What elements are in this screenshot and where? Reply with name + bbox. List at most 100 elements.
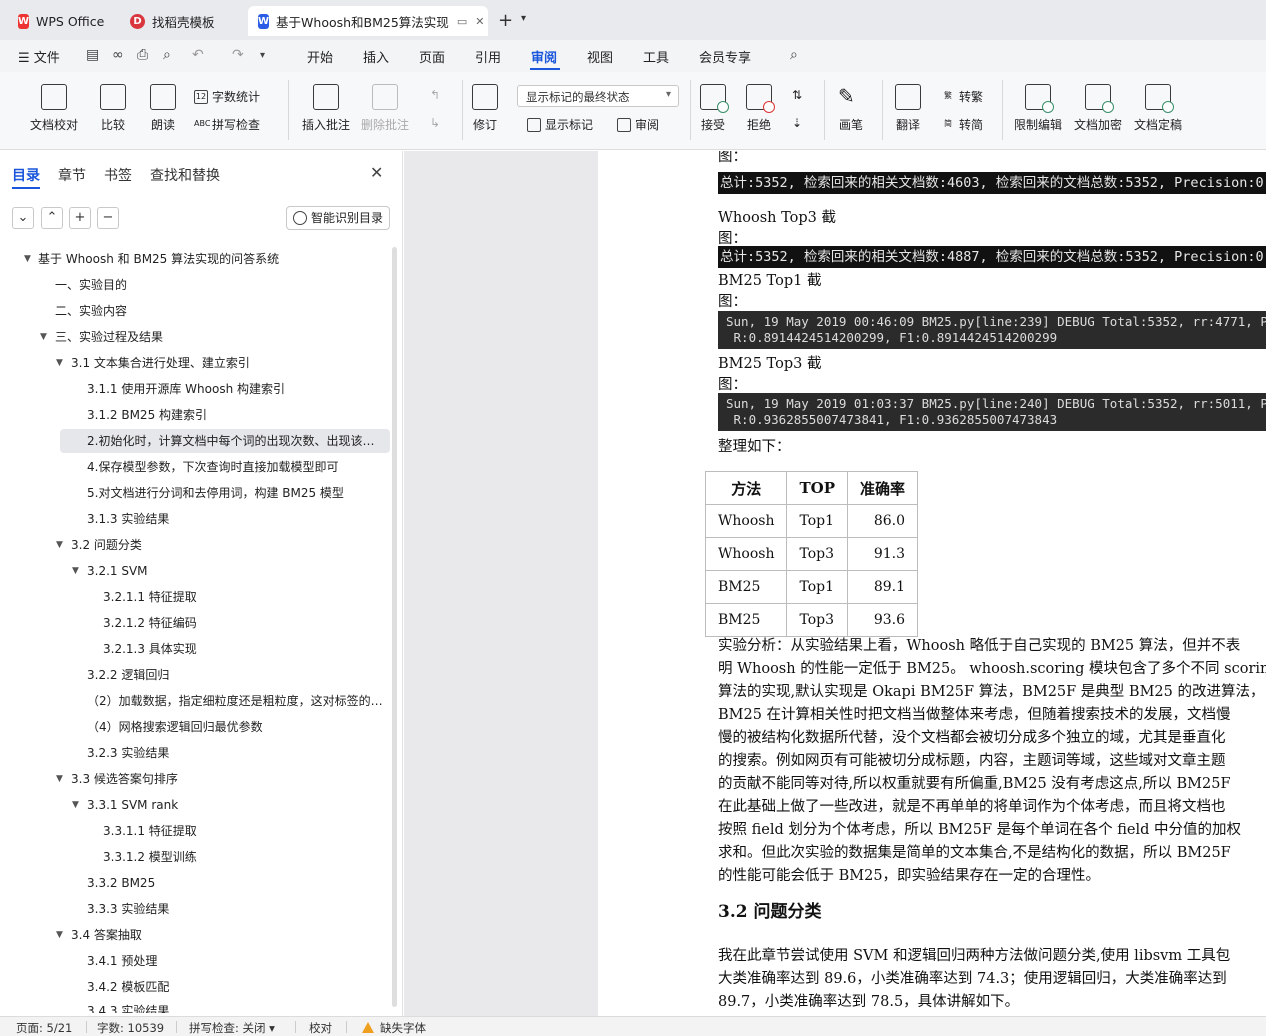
pen-button[interactable]: ✎ 画笔 — [838, 84, 864, 133]
accept-button[interactable]: 接受 — [700, 84, 729, 133]
toc-item-selected[interactable]: 2.初始化时，计算文档中每个词的出现次数、出现该… — [60, 429, 390, 453]
doc-check-button[interactable]: 文档校对 — [30, 84, 78, 133]
to-simplified-button[interactable]: 简转简 — [941, 116, 983, 133]
toc-item[interactable]: 3.1 文本集合进行处理、建立索引 — [71, 351, 385, 375]
tab-wps-office[interactable]: W WPS Office — [8, 6, 113, 36]
menu-member[interactable]: 会员专享 — [699, 47, 751, 66]
prev-change-icon[interactable]: ⇅ — [792, 88, 802, 102]
add-tab-icon[interactable]: + — [498, 10, 513, 31]
toc-item[interactable]: 3.2.2 逻辑回归 — [87, 663, 387, 687]
expand-icon[interactable]: ⌄ — [12, 207, 34, 229]
tab-current-document[interactable]: W 基于Whoosh和BM25算法实现 ▭ ✕ — [248, 6, 488, 36]
expand-triangle-icon[interactable]: ▼ — [72, 559, 79, 583]
review-pane-button[interactable]: 审阅 — [617, 116, 659, 133]
translate-button[interactable]: 翻译 — [895, 84, 921, 133]
menu-start[interactable]: 开始 — [307, 47, 333, 66]
toc-item[interactable]: 3.3.2 BM25 — [87, 871, 387, 895]
word-count-button[interactable]: 12 字数统计 — [194, 88, 260, 105]
expand-triangle-icon[interactable]: ▼ — [72, 793, 79, 817]
toc-item[interactable]: 3.3.1.1 特征提取 — [103, 819, 387, 843]
insert-comment-button[interactable]: 插入批注 — [302, 84, 350, 133]
toc-item[interactable]: 基于 Whoosh 和 BM25 算法实现的问答系统 — [38, 247, 388, 271]
spell-check-button[interactable]: ABC 拼写检查 — [194, 116, 260, 133]
toc-scrollbar[interactable] — [392, 247, 397, 1007]
reject-button[interactable]: 拒绝 — [746, 84, 775, 133]
next-change-icon[interactable]: ⇣ — [792, 116, 802, 130]
window-icon[interactable]: ▭ — [457, 15, 467, 28]
toc-item[interactable]: 3.2.1 SVM — [87, 559, 387, 583]
track-changes-button[interactable]: 修订 — [472, 84, 498, 133]
show-markup-button[interactable]: 显示标记 — [527, 116, 593, 133]
file-menu[interactable]: ☰ 文件 — [18, 47, 60, 66]
expand-triangle-icon[interactable]: ▼ — [56, 351, 63, 375]
page-indicator[interactable]: 页面: 5/21 — [16, 1020, 72, 1036]
delete-comment-button[interactable]: 删除批注 — [361, 84, 409, 133]
toc-item[interactable]: 3.2.3 实验结果 — [87, 741, 387, 765]
toc-item[interactable]: 3.2.1.2 特征编码 — [103, 611, 387, 635]
expand-triangle-icon[interactable]: ▼ — [56, 767, 63, 791]
toc-item[interactable]: 3.3.1.2 模型训练 — [103, 845, 387, 869]
chevron-down-icon[interactable]: ▾ — [521, 13, 526, 24]
read-aloud-button[interactable]: 朗读 — [150, 84, 176, 133]
toc-item[interactable]: 3.1.1 使用开源库 Whoosh 构建索引 — [87, 377, 387, 401]
to-traditional-button[interactable]: 繁转繁 — [941, 88, 983, 105]
toc-item[interactable]: 3.4 答案抽取 — [71, 923, 385, 947]
add-icon[interactable]: + — [69, 207, 91, 229]
toc-item[interactable]: 3.3.1 SVM rank — [87, 793, 387, 817]
smart-toc-button[interactable]: 智能识别目录 — [286, 206, 390, 230]
toc-item[interactable]: 3.2.1.1 特征提取 — [103, 585, 387, 609]
toc-item[interactable]: 3.3 候选答案句排序 — [71, 767, 385, 791]
toc-item[interactable]: 5.对文档进行分词和去停用词，构建 BM25 模型 — [87, 481, 387, 505]
expand-triangle-icon[interactable]: ▼ — [24, 247, 31, 271]
print-icon[interactable]: ⎙ — [137, 47, 148, 63]
menu-view[interactable]: 视图 — [587, 47, 613, 66]
tab-chapters[interactable]: 章节 — [58, 165, 86, 185]
compare-button[interactable]: 比较 — [100, 84, 126, 133]
save-icon[interactable]: ▤ — [86, 47, 99, 63]
toc-item[interactable]: 3.1.2 BM25 构建索引 — [87, 403, 387, 427]
finalize-button[interactable]: 文档定稿 — [1134, 84, 1182, 133]
tab-bookmarks[interactable]: 书签 — [104, 165, 132, 185]
menu-reference[interactable]: 引用 — [475, 47, 501, 66]
search-icon[interactable]: ⌕ — [790, 47, 798, 63]
close-icon[interactable]: ✕ — [370, 163, 383, 182]
link-icon[interactable]: ∞ — [112, 47, 124, 63]
tab-docer-templates[interactable]: D 找稻壳模板 — [120, 6, 244, 36]
print-preview-icon[interactable]: ⌕ — [163, 47, 171, 63]
toc-item[interactable]: 二、实验内容 — [55, 299, 385, 323]
encrypt-button[interactable]: 文档加密 — [1074, 84, 1122, 133]
markup-state-select[interactable]: 显示标记的最终状态 ▾ — [517, 85, 679, 107]
toc-item[interactable]: 3.3.3 实验结果 — [87, 897, 387, 921]
undo-icon[interactable]: ↶ — [192, 47, 204, 63]
toc-item[interactable]: 3.4.3 实验结果 — [87, 999, 387, 1013]
menu-review[interactable]: 审阅 — [531, 47, 557, 66]
remove-icon[interactable]: − — [97, 207, 119, 229]
expand-triangle-icon[interactable]: ▼ — [40, 325, 47, 349]
prev-comment-icon[interactable]: ↰ — [430, 88, 440, 102]
tab-find-replace[interactable]: 查找和替换 — [150, 165, 220, 185]
menu-tools[interactable]: 工具 — [643, 47, 669, 66]
toc-item[interactable]: （2）加载数据，指定细粒度还是粗粒度，这对标签的… — [87, 689, 387, 713]
toc-item[interactable]: 4.保存模型参数，下次查询时直接加载模型即可 — [87, 455, 387, 479]
redo-icon[interactable]: ↷ — [232, 47, 244, 63]
document-page[interactable]: 图： 总计:5352, 检索回来的相关文档数:4603, 检索回来的文档总数:5… — [598, 151, 1266, 1016]
chevron-down-icon[interactable]: ▾ — [260, 50, 265, 61]
close-tab-icon[interactable]: ✕ — [475, 15, 484, 28]
word-count[interactable]: 字数: 10539 — [97, 1020, 164, 1036]
menu-page[interactable]: 页面 — [419, 47, 445, 66]
expand-triangle-icon[interactable]: ▼ — [56, 923, 63, 947]
toc-item[interactable]: 3.4.2 模板匹配 — [87, 975, 387, 999]
toc-item[interactable]: 三、实验过程及结果 — [55, 325, 385, 349]
proofread-button[interactable]: 校对 — [309, 1020, 332, 1036]
menu-insert[interactable]: 插入 — [363, 47, 389, 66]
next-comment-icon[interactable]: ↳ — [430, 116, 440, 130]
toc-item[interactable]: 3.4.1 预处理 — [87, 949, 387, 973]
spell-check-status[interactable]: 拼写检查: 关闭 ▾ — [189, 1020, 275, 1036]
toc-item[interactable]: 3.2.1.3 具体实现 — [103, 637, 387, 661]
expand-triangle-icon[interactable]: ▼ — [56, 533, 63, 557]
restrict-edit-button[interactable]: 限制编辑 — [1014, 84, 1062, 133]
missing-font-button[interactable]: 缺失字体 — [362, 1020, 426, 1036]
toc-item[interactable]: 一、实验目的 — [55, 273, 385, 297]
toc-item[interactable]: （4）网格搜索逻辑回归最优参数 — [87, 715, 387, 739]
toc-item[interactable]: 3.2 问题分类 — [71, 533, 385, 557]
